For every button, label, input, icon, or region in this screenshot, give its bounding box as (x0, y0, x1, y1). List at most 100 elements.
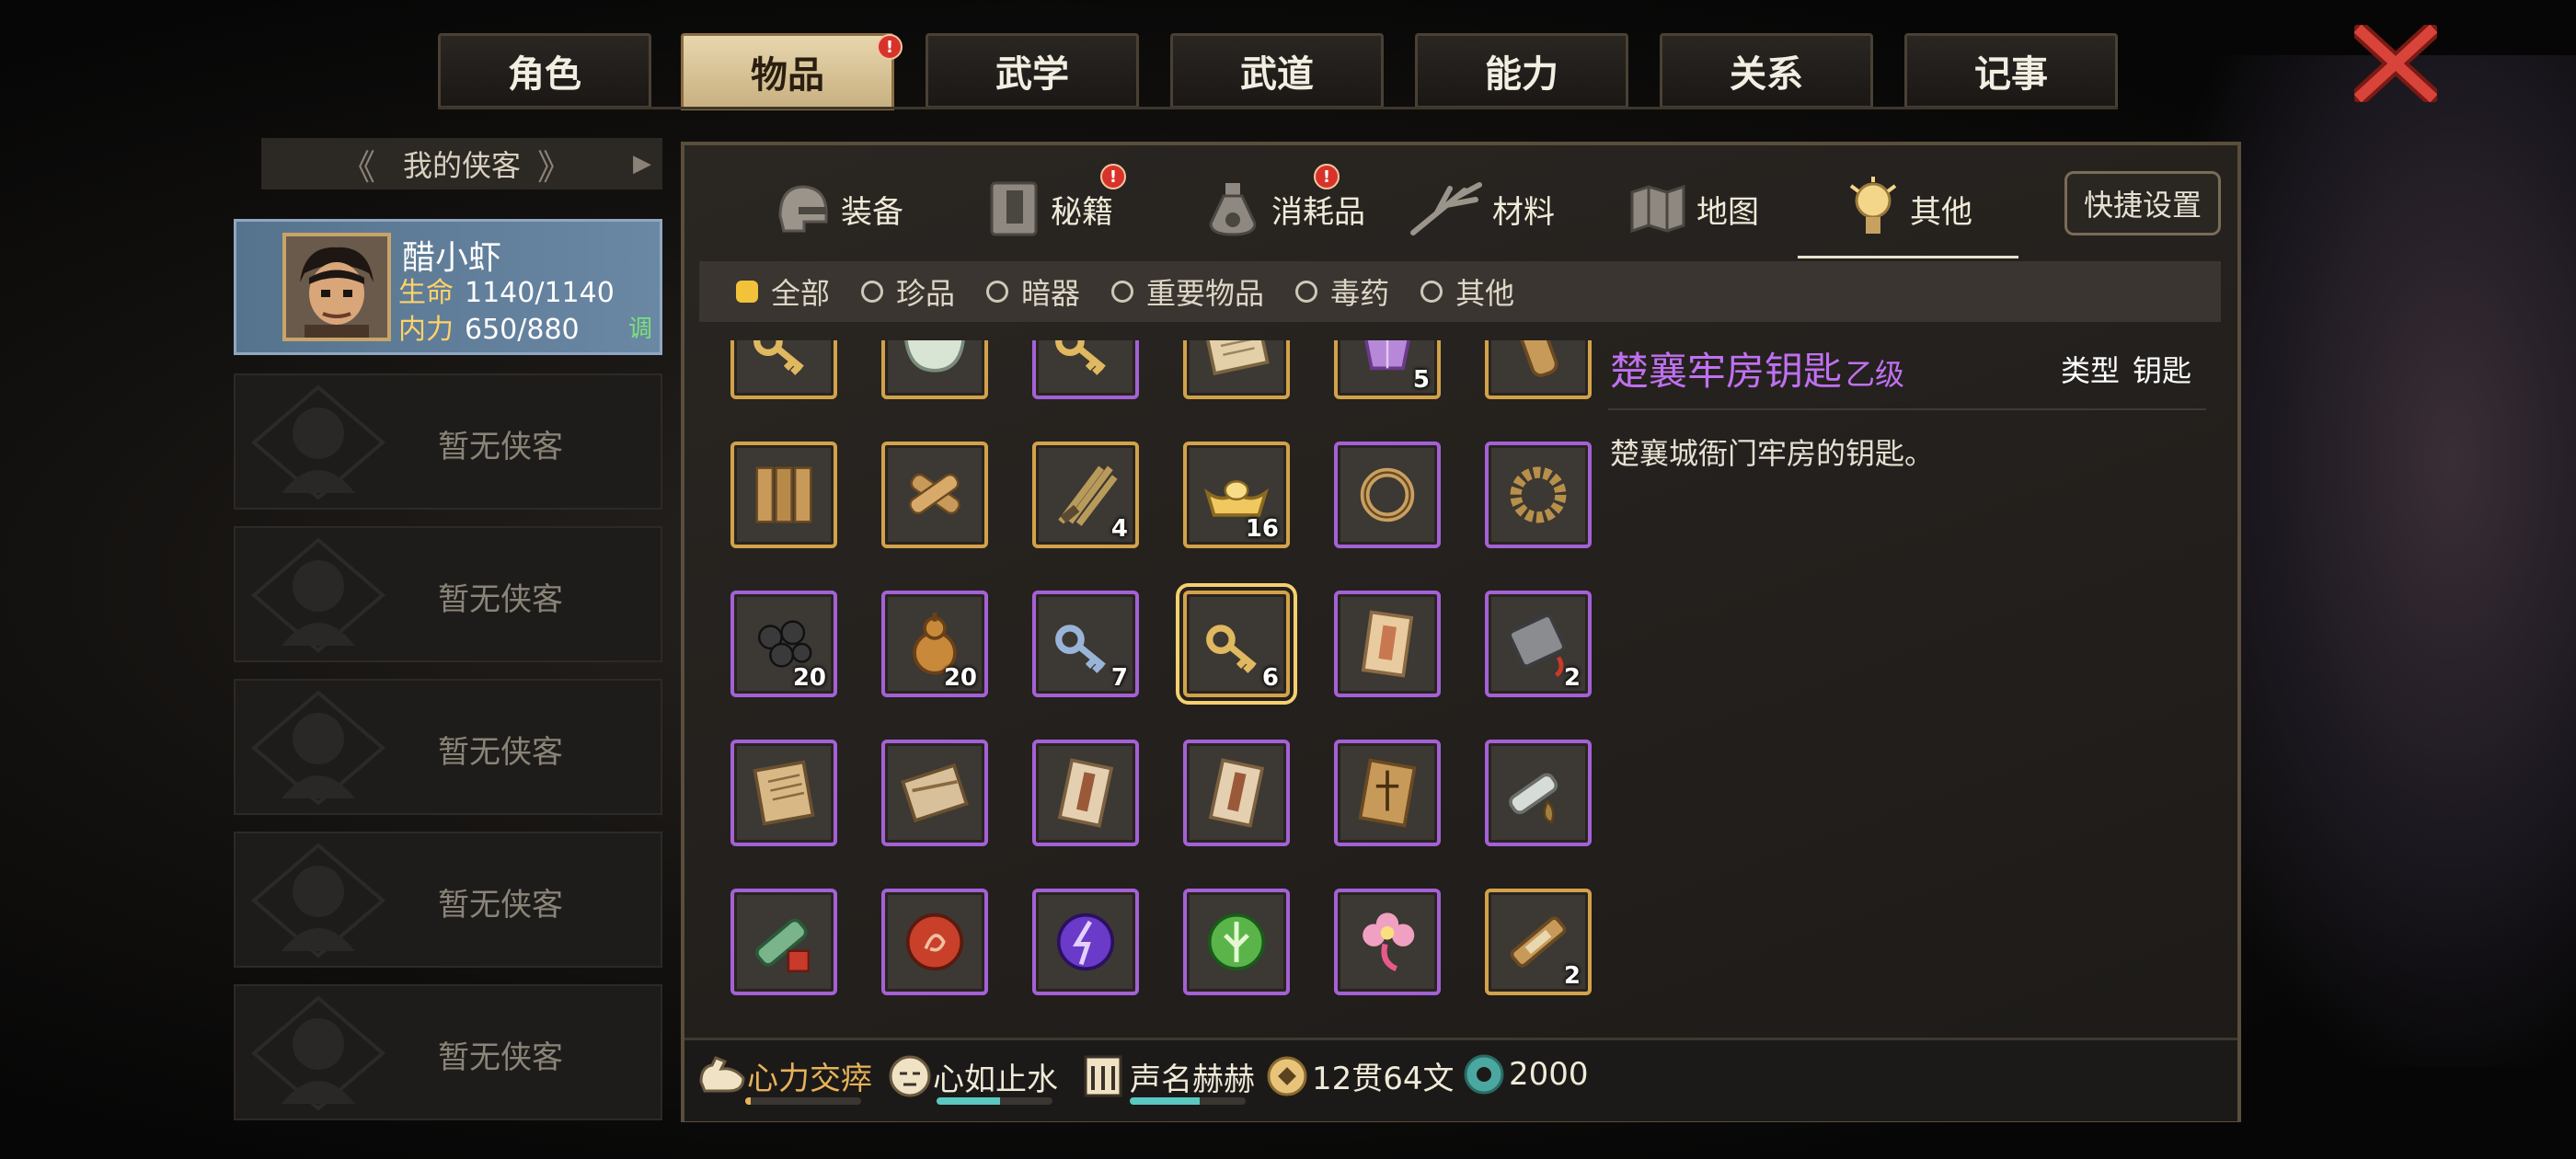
subtab-map[interactable]: 地图 (1628, 158, 1759, 259)
inventory-slot[interactable]: 16 (1183, 442, 1290, 548)
tab-relations[interactable]: 关系 (1660, 33, 1873, 109)
inventory-slot[interactable]: 20 (730, 591, 837, 697)
inventory-slot[interactable] (730, 442, 837, 548)
empty-companion-slot[interactable]: 暂无侠客 (234, 679, 662, 815)
filter-poison[interactable]: 毒药 (1295, 270, 1389, 313)
inventory-slot[interactable] (1485, 340, 1592, 399)
filter-important[interactable]: 重要物品 (1111, 270, 1264, 313)
inventory-slot[interactable] (1183, 740, 1290, 846)
tab-label: 物品 (751, 54, 824, 97)
tab-baseline-divider (438, 107, 2118, 109)
filter-treasure[interactable]: 珍品 (861, 270, 955, 313)
empty-companion-slot[interactable]: 暂无侠客 (234, 373, 662, 510)
inventory-slot[interactable] (730, 340, 837, 399)
filter-hidden-weapon[interactable]: 暗器 (986, 270, 1080, 313)
filter-all[interactable]: 全部 (736, 270, 830, 313)
silhouette-icon (250, 384, 386, 500)
inventory-slot[interactable]: 5 (1334, 340, 1441, 399)
silhouette-icon (250, 537, 386, 653)
mood-bar-fill (937, 1097, 1001, 1105)
letter-icon (1208, 758, 1265, 828)
radio-icon (1295, 281, 1318, 303)
inventory-slot[interactable] (881, 442, 988, 548)
inventory-slot[interactable]: 7 (1032, 591, 1139, 697)
filter-label: 重要物品 (1146, 276, 1265, 311)
tab-role[interactable]: 角色 (438, 33, 651, 109)
fame-bar-fill (1130, 1097, 1200, 1105)
filter-label: 毒药 (1330, 276, 1390, 311)
chevron-right-icon[interactable]: 》 (537, 138, 572, 189)
inventory-slot[interactable] (730, 740, 837, 846)
inventory-slot[interactable] (1032, 889, 1139, 995)
inventory-slot[interactable]: 4 (1032, 442, 1139, 548)
tab-journal[interactable]: 记事 (1904, 33, 2118, 109)
chevron-left-icon[interactable]: 《 (340, 138, 375, 189)
inventory-slot[interactable] (1334, 442, 1441, 548)
inventory-slot[interactable] (1183, 889, 1290, 995)
empty-slot-label: 暂无侠客 (438, 1039, 563, 1076)
empty-companion-slot[interactable]: 暂无侠客 (234, 984, 662, 1120)
subtab-consumables[interactable]: 消耗品 ! (1203, 158, 1365, 259)
arrow-right-icon[interactable]: ▶ (633, 138, 651, 189)
subtab-manuals[interactable]: 秘籍 ! (986, 158, 1126, 259)
subtab-label: 秘籍 (1051, 193, 1113, 231)
inventory-slot[interactable] (881, 889, 988, 995)
radio-icon (861, 281, 884, 303)
filter-other[interactable]: 其他 (1420, 270, 1514, 313)
points-value: 2000 (1509, 1056, 1589, 1093)
tab-abilities[interactable]: 能力 (1415, 33, 1628, 109)
inventory-slot[interactable]: 6 (1176, 583, 1297, 705)
mood-status[interactable]: 心如止水 (887, 1053, 1058, 1099)
empty-companion-slot[interactable]: 暂无侠客 (234, 526, 662, 662)
points-status: 2000 (1463, 1053, 1589, 1096)
inventory-slot[interactable]: 2 (1485, 889, 1592, 995)
inventory-slot[interactable]: 20 (881, 591, 988, 697)
stamina-bar-fill (745, 1097, 752, 1105)
adjust-button[interactable]: 调 (628, 310, 652, 344)
subtab-label: 消耗品 (1271, 193, 1365, 231)
helmet-icon (778, 185, 828, 233)
inventory-slot[interactable] (1485, 442, 1592, 548)
item-count: 20 (943, 664, 977, 692)
item-description: 楚襄城衙门牢房的钥匙。 (1610, 436, 1935, 471)
item-type-value: 钥匙 (2133, 353, 2192, 388)
active-subtab-indicator (1798, 256, 2018, 258)
subtab-other[interactable]: 其他 (1846, 158, 1972, 259)
inventory-slot[interactable] (1183, 340, 1290, 399)
empty-companion-slot[interactable]: 暂无侠客 (234, 832, 662, 968)
red-orb-icon (905, 912, 964, 971)
subtab-materials[interactable]: 材料 (1409, 158, 1555, 259)
flower-icon (1363, 912, 1415, 972)
tab-martial-arts[interactable]: 武学 (926, 33, 1139, 109)
empty-slot-label: 暂无侠客 (438, 734, 563, 771)
radio-icon (1111, 281, 1134, 303)
inventory-slot[interactable] (1334, 740, 1441, 846)
subtab-label: 装备 (841, 193, 903, 231)
inventory-slot[interactable] (1334, 591, 1441, 697)
tab-martial-way[interactable]: 武道 (1170, 33, 1384, 109)
inventory-slot[interactable] (881, 740, 988, 846)
hp-label: 生命 (398, 277, 454, 309)
inventory-slot[interactable] (1485, 740, 1592, 846)
paper-icon (1361, 610, 1414, 678)
inventory-slot[interactable] (1032, 740, 1139, 846)
close-button[interactable] (2353, 24, 2438, 103)
map-icon (1630, 184, 1685, 234)
inventory-slot[interactable] (1334, 889, 1441, 995)
inventory-slot[interactable] (881, 340, 988, 399)
filter-label: 其他 (1455, 276, 1515, 311)
item-count: 16 (1245, 515, 1279, 543)
inventory-slot[interactable] (730, 889, 837, 995)
inventory-slot[interactable]: 2 (1485, 591, 1592, 697)
potion-icon (1209, 183, 1257, 236)
quick-settings-button[interactable]: 快捷设置 (2064, 171, 2221, 235)
hero-card[interactable]: 醋小虾 生命 1140/1140 内力 650/880 调 (234, 219, 662, 355)
tab-items[interactable]: 物品 ! (681, 33, 903, 110)
item-grid: 5 4 16 20 20 7 6 2 2 (729, 340, 1599, 1021)
item-name-text: 楚襄牢房钥匙 (1610, 349, 1843, 394)
fame-status[interactable]: 声名赫赫 (1082, 1053, 1255, 1099)
subtab-equipment[interactable]: 装备 (773, 158, 903, 259)
inventory-slot[interactable] (1032, 340, 1139, 399)
stamina-status[interactable]: 心力交瘁 (697, 1053, 872, 1098)
money-value: 12贯64文 (1312, 1061, 1455, 1097)
